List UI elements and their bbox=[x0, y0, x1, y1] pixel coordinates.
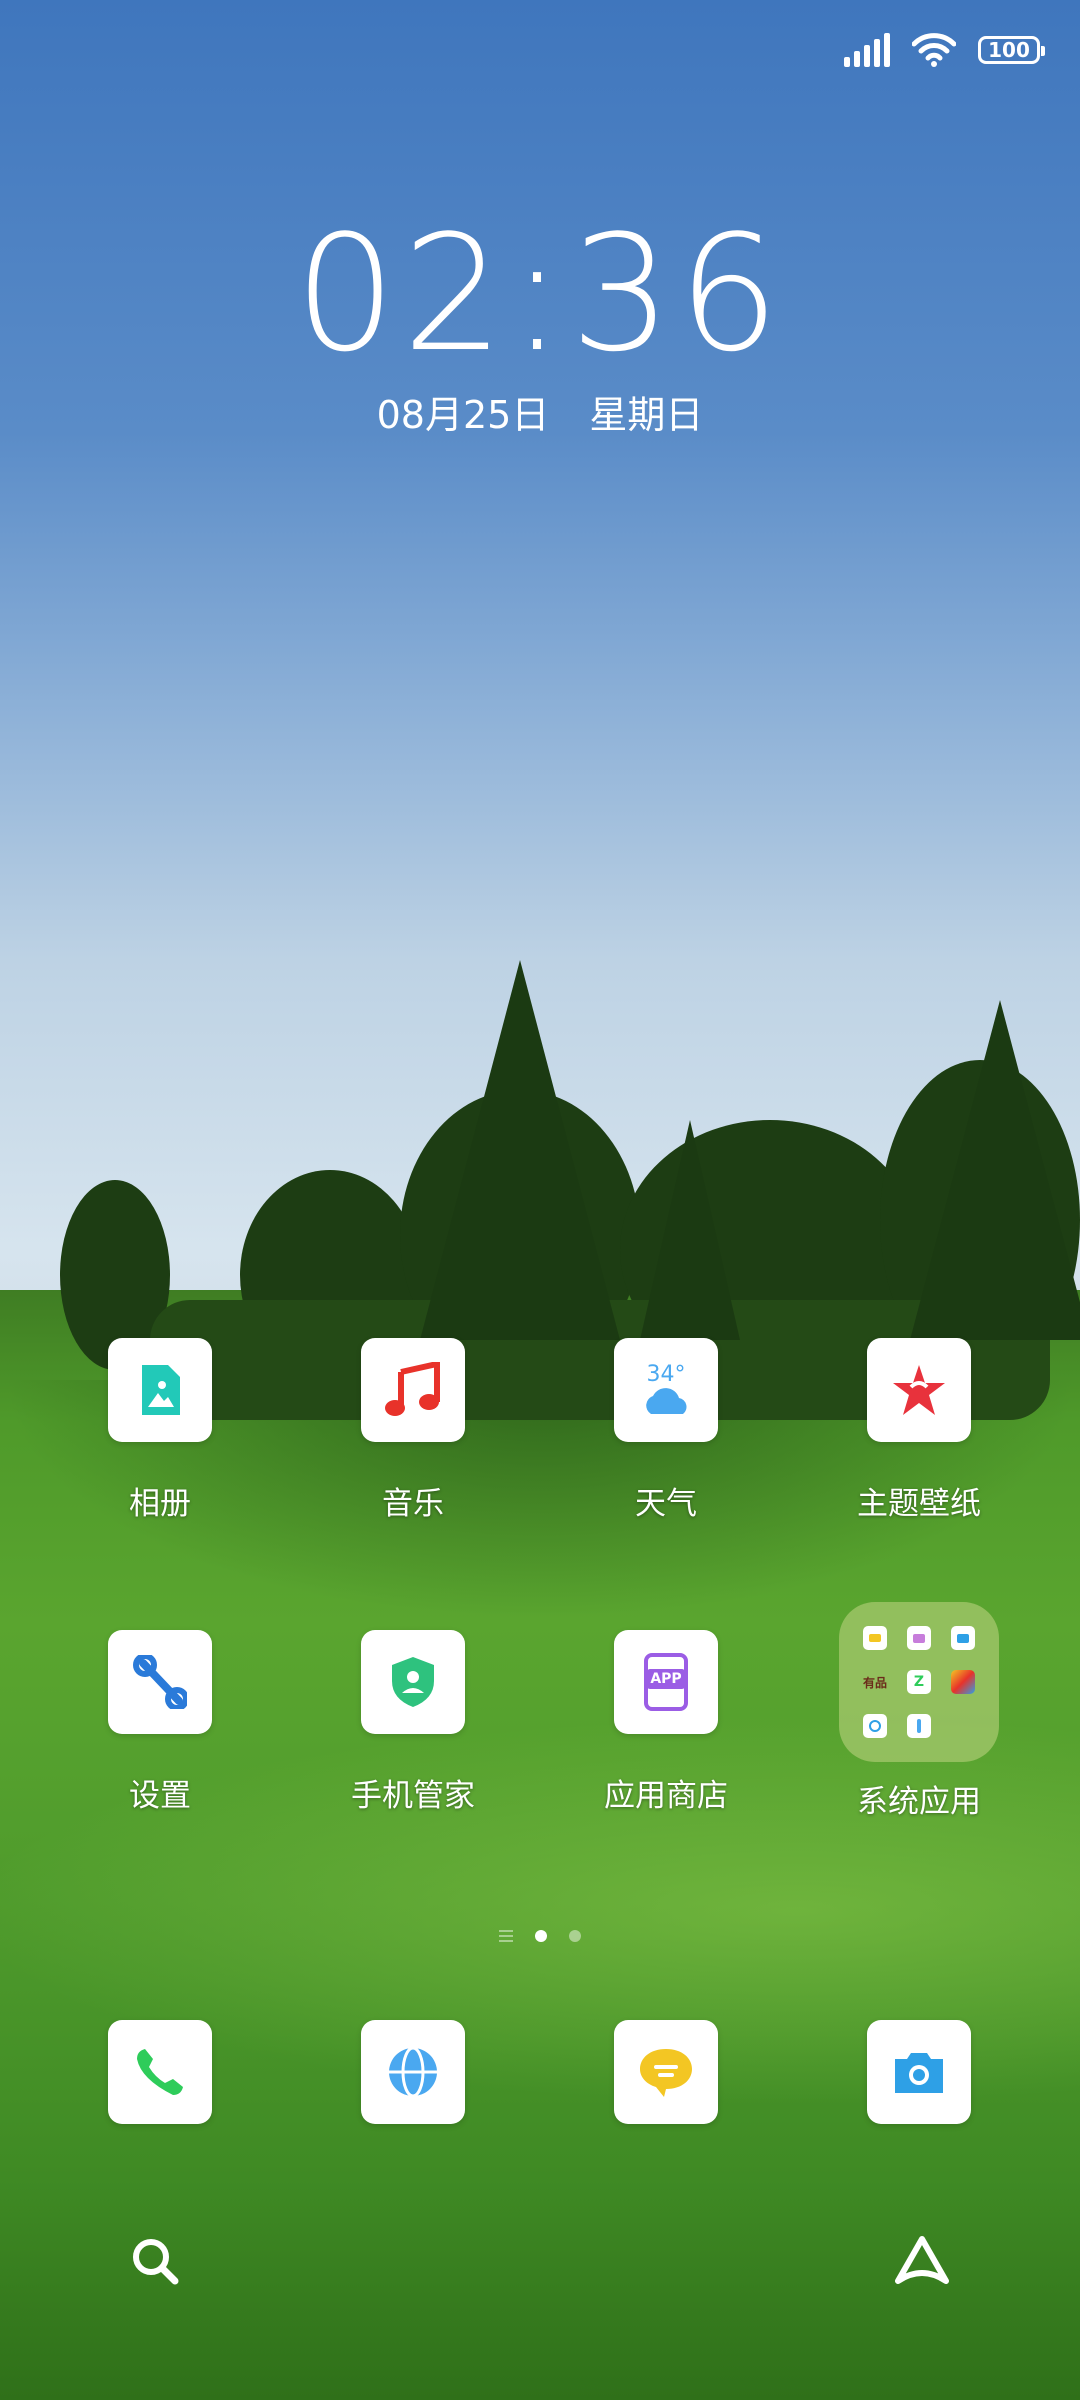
app-label-theme: 主题壁纸 bbox=[857, 1486, 981, 1522]
page-dot-active bbox=[535, 1930, 547, 1942]
app-label-settings: 设置 bbox=[129, 1778, 191, 1814]
mini-app-youpin-label: 有品 bbox=[863, 1675, 888, 1690]
app-label-gallery: 相册 bbox=[129, 1486, 191, 1522]
app-label-folder: 系统应用 bbox=[857, 1784, 981, 1820]
minus-one-screen-indicator bbox=[499, 1930, 513, 1942]
battery-level: 100 bbox=[988, 38, 1030, 62]
mini-app-youpin-icon: 有品 bbox=[863, 1670, 887, 1694]
mini-app-icon bbox=[863, 1714, 887, 1738]
gallery-icon[interactable] bbox=[108, 1338, 212, 1442]
phone-icon[interactable] bbox=[108, 2020, 212, 2124]
page-dot bbox=[569, 1930, 581, 1942]
status-bar: 100 bbox=[844, 28, 1045, 72]
wifi-icon bbox=[911, 33, 957, 67]
app-store-badge: APP bbox=[647, 1669, 685, 1689]
weather-temp: 34° bbox=[646, 1362, 686, 1387]
dock-camera[interactable] bbox=[819, 2020, 1019, 2124]
app-weather[interactable]: 34° 天气 bbox=[566, 1338, 766, 1523]
date-text: 08月25日 bbox=[376, 393, 550, 437]
folder-icon[interactable]: 有品 Z bbox=[839, 1602, 999, 1762]
app-label-security: 手机管家 bbox=[351, 1778, 475, 1814]
mini-app-icon bbox=[907, 1626, 931, 1650]
app-gallery[interactable]: 相册 bbox=[60, 1338, 260, 1523]
browser-icon[interactable] bbox=[361, 2020, 465, 2124]
clock-date[interactable]: 08月25日 星期日 bbox=[0, 384, 1080, 439]
clock-time[interactable]: 02:36 bbox=[0, 200, 1080, 387]
cellular-signal-icon bbox=[844, 33, 890, 67]
battery-icon: 100 bbox=[978, 36, 1045, 64]
assistant-button[interactable] bbox=[887, 2226, 957, 2296]
app-security[interactable]: 手机管家 bbox=[313, 1630, 513, 1815]
app-store[interactable]: APP 应用商店 bbox=[566, 1630, 766, 1815]
dock-messages[interactable] bbox=[566, 2020, 766, 2124]
app-store-icon[interactable]: APP bbox=[614, 1630, 718, 1734]
mini-app-icon bbox=[863, 1626, 887, 1650]
app-folder-system[interactable]: 有品 Z 系统应用 bbox=[819, 1602, 1019, 1821]
dock-browser[interactable] bbox=[313, 2020, 513, 2124]
mini-app-icon bbox=[907, 1714, 931, 1738]
weather-icon[interactable]: 34° bbox=[614, 1338, 718, 1442]
music-icon[interactable] bbox=[361, 1338, 465, 1442]
app-music[interactable]: 音乐 bbox=[313, 1338, 513, 1523]
mini-app-icon: Z bbox=[907, 1670, 931, 1694]
mini-app-icon bbox=[951, 1670, 975, 1694]
page-indicator[interactable] bbox=[0, 1930, 1080, 1942]
app-label-store: 应用商店 bbox=[604, 1778, 728, 1814]
camera-icon[interactable] bbox=[867, 2020, 971, 2124]
dock-phone[interactable] bbox=[60, 2020, 260, 2124]
app-settings[interactable]: 设置 bbox=[60, 1630, 260, 1815]
messages-icon[interactable] bbox=[614, 2020, 718, 2124]
app-label-music: 音乐 bbox=[382, 1486, 444, 1522]
theme-icon[interactable] bbox=[867, 1338, 971, 1442]
mini-app-icon bbox=[951, 1626, 975, 1650]
settings-icon[interactable] bbox=[108, 1630, 212, 1734]
global-search-button[interactable] bbox=[120, 2226, 190, 2296]
app-label-weather: 天气 bbox=[635, 1486, 697, 1522]
assistant-icon bbox=[895, 2236, 949, 2284]
weekday-text: 星期日 bbox=[589, 393, 704, 437]
security-icon[interactable] bbox=[361, 1630, 465, 1734]
search-icon bbox=[133, 2239, 179, 2285]
app-theme[interactable]: 主题壁纸 bbox=[819, 1338, 1019, 1523]
